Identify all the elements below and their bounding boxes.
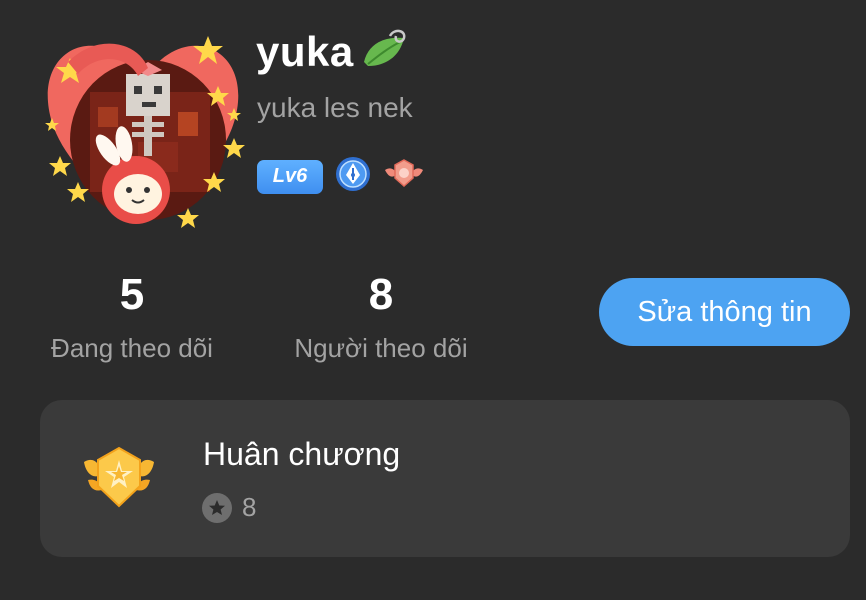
followers-count: 8 bbox=[368, 270, 394, 319]
username-row: yuka bbox=[256, 26, 410, 78]
display-name: yuka les nek bbox=[257, 92, 413, 123]
medals-card[interactable]: Huân chương 8 bbox=[40, 400, 850, 557]
avatar[interactable] bbox=[38, 22, 248, 232]
medals-count-row: 8 bbox=[202, 492, 256, 523]
edit-profile-button[interactable]: Sửa thông tin bbox=[599, 278, 850, 346]
following-stat[interactable]: 5 Đang theo dõi bbox=[40, 268, 224, 364]
followers-stat[interactable]: 8 Người theo dõi bbox=[282, 268, 480, 364]
gold-medal-icon bbox=[80, 444, 158, 515]
level-badge[interactable]: Lv6 bbox=[257, 159, 323, 194]
pen-nib-badge-icon[interactable] bbox=[335, 156, 371, 197]
medals-count: 8 bbox=[242, 492, 257, 522]
followers-label: Người theo dõi bbox=[294, 333, 468, 363]
winged-medal-badge-icon[interactable] bbox=[383, 156, 425, 197]
username: yuka bbox=[256, 28, 354, 75]
following-count: 5 bbox=[119, 270, 145, 319]
badge-row: Lv6 bbox=[257, 156, 425, 197]
medals-title: Huân chương bbox=[203, 436, 401, 472]
avatar-image bbox=[45, 36, 245, 228]
following-label: Đang theo dõi bbox=[51, 333, 213, 363]
leaf-icon bbox=[360, 28, 410, 77]
profile-page: yuka yuka les nek Lv6 5 Đang theo dõi 8 … bbox=[0, 0, 866, 600]
star-circle-icon bbox=[202, 492, 232, 523]
